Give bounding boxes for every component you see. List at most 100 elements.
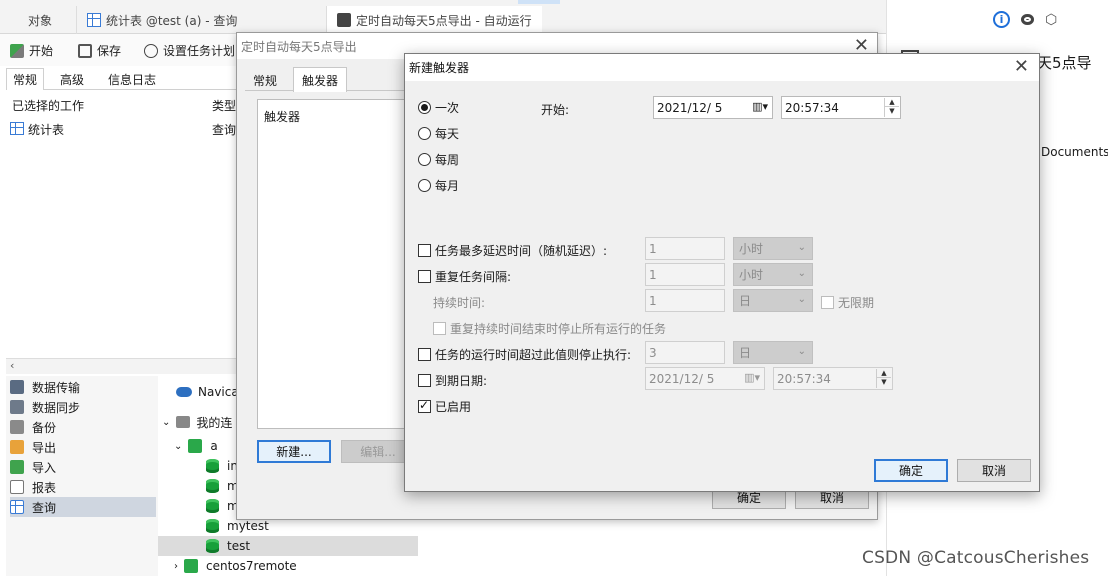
random-delay-checkbox[interactable]: 任务最多延迟时间（随机延迟）: xyxy=(418,242,607,259)
tab-general[interactable]: 常规 xyxy=(6,68,45,90)
tab-query-statistics[interactable]: 统计表 @test (a) - 查询 xyxy=(76,6,247,34)
repeat-interval-checkbox[interactable]: 重复任务间隔: xyxy=(418,268,511,285)
random-delay-value[interactable]: 1 xyxy=(645,237,725,260)
indefinite-checkbox[interactable]: 无限期 xyxy=(821,294,874,311)
tree-db-selected[interactable]: test xyxy=(158,536,418,556)
time-spinner[interactable]: ▲ ▼ xyxy=(884,98,899,117)
new-trigger-label: 新建... xyxy=(276,445,312,459)
tab-indicator xyxy=(518,0,560,4)
tab-message-log-label: 信息日志 xyxy=(108,72,157,87)
cancel-button[interactable]: 取消 xyxy=(957,459,1031,482)
nav-label: 报表 xyxy=(32,480,57,495)
backup-icon xyxy=(10,420,24,434)
tree-navicat-cloud[interactable]: Navica xyxy=(176,382,239,402)
set-schedule-button[interactable]: 设置任务计划 xyxy=(144,42,235,59)
tab-general-label: 常规 xyxy=(13,73,38,87)
chevron-right-icon: › xyxy=(174,560,178,572)
spin-up-icon[interactable]: ▲ xyxy=(877,369,891,378)
tree-label: a xyxy=(210,439,218,453)
radio-daily[interactable]: 每天 xyxy=(418,125,459,142)
tab-query-label: 统计表 @test (a) - 查询 xyxy=(106,13,238,28)
expire-time-field[interactable]: 20:57:34 ▲ ▼ xyxy=(773,367,893,390)
horizontal-scrollbar[interactable]: ‹ xyxy=(6,358,240,374)
expire-date-picker[interactable]: 2021/12/ 5 ▥▾ xyxy=(645,367,765,390)
time-spinner[interactable]: ▲ ▼ xyxy=(876,369,891,388)
spin-down-icon[interactable]: ▼ xyxy=(877,378,891,387)
radio-weekly[interactable]: 每周 xyxy=(418,151,459,168)
calendar-dropdown-icon[interactable]: ▥▾ xyxy=(752,100,768,113)
tree-label: test xyxy=(227,539,251,553)
close-icon[interactable]: ✕ xyxy=(1014,58,1029,76)
tab-objects[interactable]: 对象 xyxy=(18,6,62,34)
new-trigger-button[interactable]: 新建... xyxy=(257,440,331,463)
indefinite-label: 无限期 xyxy=(838,296,875,310)
repeat-interval-label: 重复任务间隔: xyxy=(435,270,512,284)
stop-if-longer-label: 任务的运行时间超过此值则停止执行: xyxy=(435,348,632,362)
job-path-fragment: Documents\ xyxy=(1041,145,1108,159)
tree-db[interactable]: m xyxy=(206,476,239,496)
tab-message-log[interactable]: 信息日志 xyxy=(102,68,162,90)
stop-all-checkbox[interactable]: 重复持续时间结束时停止所有运行的任务 xyxy=(433,320,666,337)
job-tabs: 常规 高级 信息日志 xyxy=(6,66,240,90)
tab-triggers[interactable]: 触发器 xyxy=(293,67,348,92)
radio-monthly[interactable]: 每月 xyxy=(418,177,459,194)
checkbox-box xyxy=(418,348,431,361)
radio-once[interactable]: 一次 xyxy=(418,99,459,116)
job-name: 统计表 xyxy=(28,123,65,137)
scroll-left-icon[interactable]: ‹ xyxy=(10,359,14,372)
start-time-field[interactable]: 20:57:34 ▲ ▼ xyxy=(781,96,901,119)
save-button[interactable]: 保存 xyxy=(78,42,121,59)
enabled-checkbox[interactable]: 已启用 xyxy=(418,398,471,415)
start-button[interactable]: 开始 xyxy=(10,42,53,59)
tree-db[interactable]: m xyxy=(206,496,239,516)
trigger-list[interactable]: 触发器 xyxy=(257,99,407,429)
radio-label: 一次 xyxy=(435,101,460,115)
checkbox-box xyxy=(418,270,431,283)
nav-query[interactable]: 查询 xyxy=(10,497,156,517)
eye-icon[interactable] xyxy=(1021,14,1034,25)
info-icon[interactable]: i xyxy=(993,11,1010,28)
hexagon-icon[interactable]: ⬡ xyxy=(1045,12,1057,28)
selected-jobs-header: 已选择的工作 xyxy=(12,99,85,113)
tab-auto-run[interactable]: 定时自动每天5点导出 - 自动运行 xyxy=(326,6,542,34)
tree-db[interactable]: in xyxy=(206,456,238,476)
job-row[interactable]: 统计表 查询 xyxy=(6,119,240,139)
tab-general[interactable]: 常规 xyxy=(247,69,283,91)
tree-label: centos7remote xyxy=(206,559,297,573)
tree-connection-remote[interactable]: › centos7remote xyxy=(174,556,297,576)
trigger-list-header: 触发器 xyxy=(264,110,301,124)
start-date-picker[interactable]: 2021/12/ 5 ▥▾ xyxy=(653,96,773,119)
tree-my-connections[interactable]: ⌄ 我的连 xyxy=(162,412,232,432)
nav-data-transfer[interactable]: 数据传输 xyxy=(10,377,156,397)
expire-time-value: 20:57:34 xyxy=(777,371,831,386)
stop-if-longer-checkbox[interactable]: 任务的运行时间超过此值则停止执行: xyxy=(418,346,631,363)
chevron-down-icon: ⌄ xyxy=(797,242,806,253)
repeat-interval-value[interactable]: 1 xyxy=(645,263,725,286)
nav-backup[interactable]: 备份 xyxy=(10,417,156,437)
nav-import[interactable]: 导入 xyxy=(10,457,156,477)
nav-label: 查询 xyxy=(32,500,57,515)
nav-report[interactable]: 报表 xyxy=(10,477,156,497)
checkbox-box xyxy=(821,296,834,309)
database-icon xyxy=(206,459,219,473)
edit-trigger-label: 编辑... xyxy=(360,445,396,459)
unit-text: 日 xyxy=(739,346,752,360)
ok-button[interactable]: 确定 xyxy=(874,459,948,482)
nav-export[interactable]: 导出 xyxy=(10,437,156,457)
data-transfer-icon xyxy=(10,380,24,394)
stop-if-longer-value[interactable]: 3 xyxy=(645,341,725,364)
nav-data-sync[interactable]: 数据同步 xyxy=(10,397,156,417)
spin-up-icon[interactable]: ▲ xyxy=(885,98,899,107)
tab-advanced[interactable]: 高级 xyxy=(54,68,90,90)
chevron-down-icon: ⌄ xyxy=(797,346,806,357)
stop-if-longer-unit[interactable]: 日 ⌄ xyxy=(733,341,813,364)
repeat-interval-unit[interactable]: 小时 ⌄ xyxy=(733,263,813,286)
spin-down-icon[interactable]: ▼ xyxy=(885,107,899,116)
expire-checkbox[interactable]: 到期日期: xyxy=(418,372,487,389)
duration-value[interactable]: 1 xyxy=(645,289,725,312)
random-delay-unit[interactable]: 小时 ⌄ xyxy=(733,237,813,260)
enabled-label: 已启用 xyxy=(435,400,472,414)
duration-unit[interactable]: 日 ⌄ xyxy=(733,289,813,312)
tree-connection-a[interactable]: ⌄ a xyxy=(174,436,218,456)
calendar-dropdown-icon[interactable]: ▥▾ xyxy=(744,371,760,384)
